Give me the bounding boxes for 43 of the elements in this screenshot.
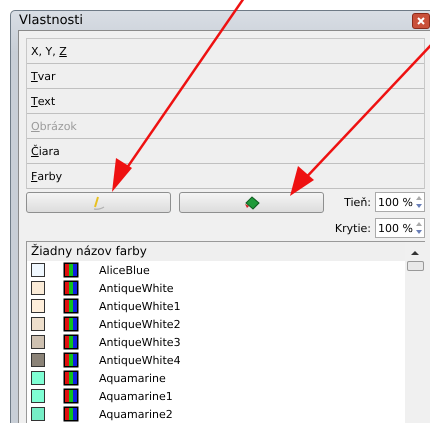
list-header: Žiadny názov farby: [27, 242, 405, 261]
window-title: Vlastnosti: [19, 13, 84, 28]
color-list-item[interactable]: Aquamarine1: [27, 387, 405, 405]
rgb-icon: [63, 316, 79, 332]
vertical-scrollbar[interactable]: [405, 242, 425, 423]
color-list-item[interactable]: AliceBlue: [27, 261, 405, 279]
color-list-item[interactable]: AntiqueWhite3: [27, 333, 405, 351]
color-list-item[interactable]: Aquamarine2: [27, 405, 405, 423]
rgb-icon: [63, 298, 79, 314]
rgb-icon: [63, 352, 79, 368]
paint-bucket-icon: [242, 194, 260, 210]
percent-spinner[interactable]: 100 %: [375, 218, 425, 238]
rgb-icon: [63, 370, 79, 386]
spin-arrows-icon: [415, 220, 423, 236]
scroll-thumb[interactable]: [406, 261, 424, 271]
color-name: Aquamarine2: [99, 408, 173, 420]
rgb-icon: [63, 262, 79, 278]
rgb-icon: [63, 406, 79, 422]
fill-color-button[interactable]: [179, 192, 324, 213]
color-name: AntiqueWhite: [99, 282, 174, 294]
percent-spinner[interactable]: 100 %: [375, 192, 425, 212]
color-list-item[interactable]: AntiqueWhite1: [27, 297, 405, 315]
color-list-item[interactable]: AntiqueWhite: [27, 279, 405, 297]
spin-arrows-icon: [415, 194, 423, 210]
rgb-icon: [63, 280, 79, 296]
close-button[interactable]: [412, 12, 430, 28]
color-name: AntiqueWhite4: [99, 354, 181, 366]
color-name: AntiqueWhite2: [99, 318, 181, 330]
color-name: Aquamarine1: [99, 390, 173, 402]
color-list-item[interactable]: AntiqueWhite2: [27, 315, 405, 333]
color-name: Aquamarine: [99, 372, 166, 384]
color-name: AliceBlue: [99, 264, 150, 276]
color-name: AntiqueWhite1: [99, 300, 181, 312]
rgb-icon: [63, 334, 79, 350]
spinner-label: Krytie:: [334, 222, 371, 234]
spinner-label: Tieň:: [344, 196, 371, 208]
rgb-icon: [63, 388, 79, 404]
color-list-item[interactable]: AntiqueWhite4: [27, 351, 405, 369]
scroll-up-icon: [411, 250, 419, 256]
line-color-button[interactable]: [26, 192, 171, 213]
color-list-item[interactable]: Aquamarine: [27, 369, 405, 387]
close-icon: [417, 16, 425, 24]
color-name: AntiqueWhite3: [99, 336, 181, 348]
